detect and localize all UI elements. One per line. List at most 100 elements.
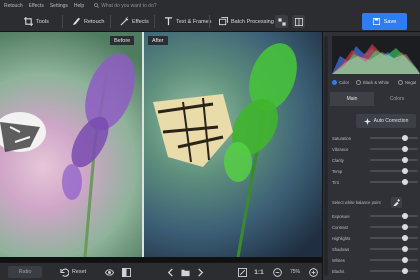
compare-icon (277, 17, 286, 26)
slider-knob[interactable] (401, 235, 408, 241)
after-label: After (148, 36, 168, 45)
zoom-in-button[interactable] (308, 266, 318, 278)
slider-vibrance[interactable]: Vibrance (332, 145, 420, 153)
reset-button[interactable]: Reset (58, 266, 88, 278)
batch-label: Batch Processing (231, 18, 274, 25)
radio-bw[interactable] (356, 79, 361, 85)
undo-icon (60, 268, 69, 277)
split-divider[interactable] (142, 32, 144, 257)
slider-track[interactable] (370, 257, 418, 263)
color-mode-negative-label: Negat (405, 79, 417, 85)
histogram-graph (332, 44, 420, 74)
slider-saturation[interactable]: Saturation (332, 134, 420, 142)
compare-view-button[interactable] (275, 15, 288, 28)
save-label: Save (383, 18, 397, 25)
slider-clarity[interactable]: Clarity (332, 156, 420, 164)
fit-to-screen-button[interactable] (236, 266, 248, 278)
slider-track[interactable] (370, 146, 418, 152)
radio-negative[interactable] (398, 79, 403, 85)
crop-icon (24, 17, 33, 26)
tab-main[interactable]: Main (330, 92, 374, 106)
toolbar-divider (62, 15, 63, 28)
slider-knob[interactable] (401, 135, 408, 141)
menu-search[interactable]: What do you want to do? (94, 2, 157, 9)
actual-size-button[interactable]: 1:1 (253, 266, 265, 278)
slider-knob[interactable] (401, 224, 408, 230)
zoom-level: 75% (289, 269, 300, 275)
bottom-toolbar: Ratio Reset 1:1 75% (0, 262, 322, 280)
save-button[interactable]: Save (362, 13, 407, 30)
slider-label: Tint (332, 179, 339, 185)
slider-track[interactable] (370, 246, 418, 252)
menu-effects[interactable]: Effects (29, 3, 44, 9)
slider-track[interactable] (370, 268, 418, 274)
brush-icon (72, 17, 81, 26)
menu-help[interactable]: Help (74, 3, 84, 9)
open-folder-button[interactable] (179, 266, 191, 278)
slider-label: Blacks (332, 268, 345, 274)
butterfly-lavender-image (0, 53, 135, 257)
slider-exposure[interactable]: Exposure (332, 212, 420, 220)
ratio-select[interactable]: Ratio (8, 266, 42, 278)
tools-label: Tools (36, 18, 49, 25)
main-toolbar: Tools Retouch Effects Text & Frames Batc… (0, 11, 420, 32)
color-mode-color[interactable]: Color (332, 78, 349, 86)
eyedropper-icon (393, 198, 400, 206)
slider-track[interactable] (370, 235, 418, 241)
next-image-button[interactable] (195, 266, 205, 278)
retouch-button[interactable]: Retouch (66, 14, 111, 29)
slider-knob[interactable] (401, 246, 408, 252)
batch-processing-button[interactable]: Batch Processing (213, 14, 280, 29)
slider-label: Vibrance (332, 146, 349, 152)
menu-retouch[interactable]: Retouch (4, 3, 23, 9)
slider-knob[interactable] (401, 157, 408, 163)
color-mode-bw[interactable]: Black & White (356, 78, 389, 86)
slider-knob[interactable] (401, 257, 408, 263)
slider-track[interactable] (370, 168, 418, 174)
split-view-button[interactable] (292, 15, 305, 28)
slider-track[interactable] (370, 179, 418, 185)
slider-temp[interactable]: Temp (332, 167, 420, 175)
toolbar-divider (209, 15, 210, 28)
retouch-label: Retouch (84, 18, 105, 25)
panel-scrollbar[interactable] (324, 36, 328, 276)
magic-wand-icon (120, 17, 129, 26)
text-frames-label: Text & Frames (176, 18, 212, 25)
split-view-icon (294, 17, 303, 26)
tab-colors[interactable]: Colors (374, 92, 420, 106)
chevron-left-icon (167, 267, 173, 277)
radio-color[interactable] (332, 79, 337, 85)
slider-label: Clarity (332, 157, 344, 163)
slider-knob[interactable] (401, 213, 408, 219)
menu-settings[interactable]: Settings (50, 3, 68, 9)
zoom-out-button[interactable] (272, 266, 282, 278)
slider-track[interactable] (370, 224, 418, 230)
slider-knob[interactable] (401, 168, 408, 174)
slider-knob[interactable] (401, 146, 408, 152)
previous-image-button[interactable] (165, 266, 175, 278)
eyedropper-button[interactable] (390, 196, 402, 208)
image-canvas[interactable]: Before After (0, 32, 322, 262)
slider-shadows[interactable]: Shadows (332, 245, 420, 253)
color-mode-negative[interactable]: Negat (398, 78, 416, 86)
before-label: Before (110, 36, 135, 45)
compare-split-button[interactable] (120, 266, 132, 278)
slider-tint[interactable]: Tint (332, 178, 420, 186)
slider-label: Shadows (332, 246, 350, 252)
slider-track[interactable] (370, 135, 418, 141)
slider-contrast[interactable]: Contrast (332, 223, 420, 231)
slider-highlights[interactable]: Highlights (332, 234, 420, 242)
effects-button[interactable]: Effects (114, 14, 155, 29)
slider-whites[interactable]: Whites (332, 256, 420, 264)
slider-knob[interactable] (401, 268, 408, 274)
tools-button[interactable]: Tools (18, 14, 55, 29)
search-placeholder: What do you want to do? (101, 2, 157, 9)
auto-correction-button[interactable]: Auto Correction (356, 114, 416, 128)
slider-knob[interactable] (401, 179, 408, 185)
folder-icon (180, 269, 190, 276)
slider-track[interactable] (370, 213, 418, 219)
preview-toggle[interactable] (103, 266, 115, 278)
expand-icon (237, 267, 247, 277)
slider-track[interactable] (370, 157, 418, 163)
slider-blacks[interactable]: Blacks (332, 267, 420, 275)
